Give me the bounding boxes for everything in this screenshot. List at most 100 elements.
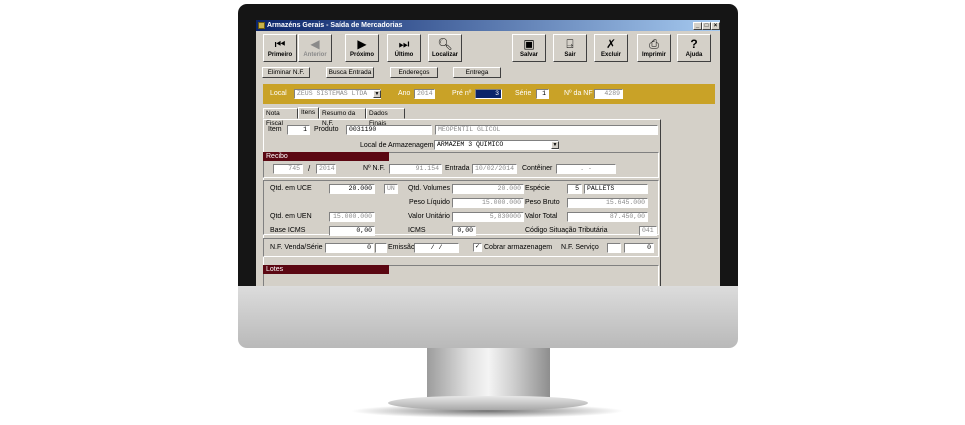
qtd-volumes-field: 20.000 [452, 184, 524, 194]
minimize-button[interactable]: _ [693, 22, 702, 30]
ano-field[interactable]: 2014 [414, 89, 435, 99]
first-record-icon: ⏮ [274, 37, 286, 51]
emissao-label: Emissão [388, 244, 415, 251]
excluir-button[interactable]: ✗ Excluir [594, 34, 628, 62]
nf-num-label: Nº N.F. [363, 165, 386, 172]
base-icms-label: Base ICMS [270, 227, 306, 234]
lotes-header: Lotes [263, 265, 389, 274]
peso-liquido-field: 15.000.000 [452, 198, 524, 208]
qtd-uce-field[interactable]: 20.000 [329, 184, 375, 194]
sair-button[interactable]: ⍈ Sair [553, 34, 587, 62]
local-armazenagem-select[interactable]: ARMAZEM 3 QUIMICO [434, 140, 559, 150]
tab-resumo-nf[interactable]: Resumo da N.F. [319, 108, 366, 127]
proximo-label: Próximo [349, 52, 374, 58]
ultimo-label: Último [394, 52, 414, 58]
peso-liquido-label: Peso Líquido [409, 199, 450, 206]
produto-code-field[interactable]: 0031190 [346, 125, 432, 135]
printer-icon: ⎙ [649, 37, 659, 51]
emissao-field[interactable]: / / [414, 243, 459, 253]
local-label: Local [270, 90, 287, 97]
salvar-label: Salvar [519, 52, 538, 58]
cst-label: Código Situação Tributária [525, 227, 608, 234]
exit-door-icon: ⍈ [566, 37, 574, 51]
peso-bruto-label: Peso Bruto [525, 199, 560, 206]
app-icon [258, 22, 265, 29]
ajuda-button[interactable]: ? Ajuda [677, 34, 711, 62]
sair-label: Sair [564, 52, 576, 58]
recibo-num-field: 745 [273, 164, 303, 174]
pre-label: Pré nº [452, 90, 472, 97]
base-icms-field[interactable]: 0,00 [329, 226, 375, 236]
imprimir-button[interactable]: ⎙ Imprimir [637, 34, 671, 62]
primeiro-button[interactable]: ⏮ Primeiro [263, 34, 297, 62]
eliminar-nf-button[interactable]: Eliminar N.F. [262, 67, 310, 78]
proximo-button[interactable]: ▶ Próximo [345, 34, 379, 62]
conteiner-label: Contêiner [522, 165, 553, 172]
icms-field[interactable]: 0,00 [452, 226, 476, 236]
nf-label: Nº da NF [564, 90, 593, 97]
tab-dados-finais[interactable]: Dados Finais [366, 108, 405, 127]
busca-entrada-button[interactable]: Busca Entrada [326, 67, 374, 78]
localizar-label: Localizar [431, 52, 458, 58]
cobrar-checkbox[interactable]: ✓ [473, 243, 482, 252]
uce-unit-field: UN [384, 184, 398, 194]
nf-venda-field[interactable]: 0 [325, 243, 374, 253]
item-field[interactable]: 1 [287, 125, 310, 135]
produto-desc-field: MEOPENTIL GLICOL [435, 125, 658, 135]
localizar-button[interactable]: 🔍︎ Localizar [428, 34, 462, 62]
especie-code-field[interactable]: 5 [567, 184, 582, 194]
entrada-label: Entrada [445, 165, 470, 172]
monitor-chin [238, 286, 738, 348]
valor-unitario-label: Valor Unitário [408, 213, 450, 220]
tab-nota-fiscal[interactable]: Nota Fiscal [263, 108, 298, 127]
valor-total-field: 87.450,00 [567, 212, 648, 222]
pre-field[interactable]: 3 [475, 89, 502, 99]
qtd-uen-field: 15.000.000 [329, 212, 375, 222]
chevron-down-icon[interactable]: ▼ [551, 141, 559, 149]
monitor-stand-base [388, 396, 588, 410]
ano-label: Ano [398, 90, 411, 97]
cst-field: 041 [639, 226, 657, 236]
app-window: Armazéns Gerais - Saída de Mercadorias _… [256, 20, 720, 286]
produto-label: Produto [314, 126, 339, 133]
nf-num-field: 91.154 [389, 164, 442, 174]
icms-label: ICMS [408, 227, 426, 234]
imprimir-label: Imprimir [641, 52, 666, 58]
title-bar: Armazéns Gerais - Saída de Mercadorias _… [256, 20, 720, 31]
qtd-uce-label: Qtd. em UCE [270, 185, 312, 192]
window-title: Armazéns Gerais - Saída de Mercadorias [267, 22, 403, 29]
entrega-button[interactable]: Entrega [453, 67, 501, 78]
nf-servico-label: N.F. Serviço [561, 244, 599, 251]
qtd-uen-label: Qtd. em UEN [270, 213, 312, 220]
local-select[interactable]: ZEUS SISTEMAS LTDA [294, 89, 381, 99]
nf-venda-serie-field[interactable] [375, 243, 387, 253]
especie-field[interactable]: PALLETS [584, 184, 648, 194]
close-button[interactable]: × [711, 22, 720, 30]
local-armazenagem-label: Local de Armazenagem [360, 142, 434, 149]
primeiro-label: Primeiro [267, 52, 293, 58]
recibo-separator: / [308, 164, 311, 173]
anterior-label: Anterior [303, 52, 327, 58]
qtd-volumes-label: Qtd. Volumes [408, 185, 451, 192]
especie-label: Espécie [525, 185, 550, 192]
nf-field[interactable]: 4289 [594, 89, 623, 99]
nf-servico-serie-field[interactable] [607, 243, 621, 253]
salvar-button[interactable]: ▣ Salvar [512, 34, 546, 62]
chevron-down-icon[interactable]: ▼ [373, 90, 381, 98]
save-disk-icon: ▣ [523, 37, 535, 51]
ultimo-button[interactable]: ⏭ Último [387, 34, 421, 62]
tab-itens[interactable]: Itens [298, 107, 319, 119]
cobrar-label: Cobrar armazenagem [484, 244, 553, 251]
previous-record-icon: ◀ [310, 37, 320, 51]
recibo-year-field: 2014 [316, 164, 336, 174]
monitor-stand-neck [427, 348, 550, 400]
enderecos-button[interactable]: Endereços [390, 67, 438, 78]
entrada-field: 10/02/2014 [472, 164, 517, 174]
anterior-button[interactable]: ◀ Anterior [298, 34, 332, 62]
serie-field[interactable]: 1 [536, 89, 549, 99]
help-icon: ? [690, 37, 698, 51]
nf-servico-field[interactable]: 0 [624, 243, 654, 253]
nf-venda-label: N.F. Venda/Série [270, 244, 323, 251]
maximize-button[interactable]: □ [702, 22, 711, 30]
peso-bruto-field: 15.645.000 [567, 198, 648, 208]
